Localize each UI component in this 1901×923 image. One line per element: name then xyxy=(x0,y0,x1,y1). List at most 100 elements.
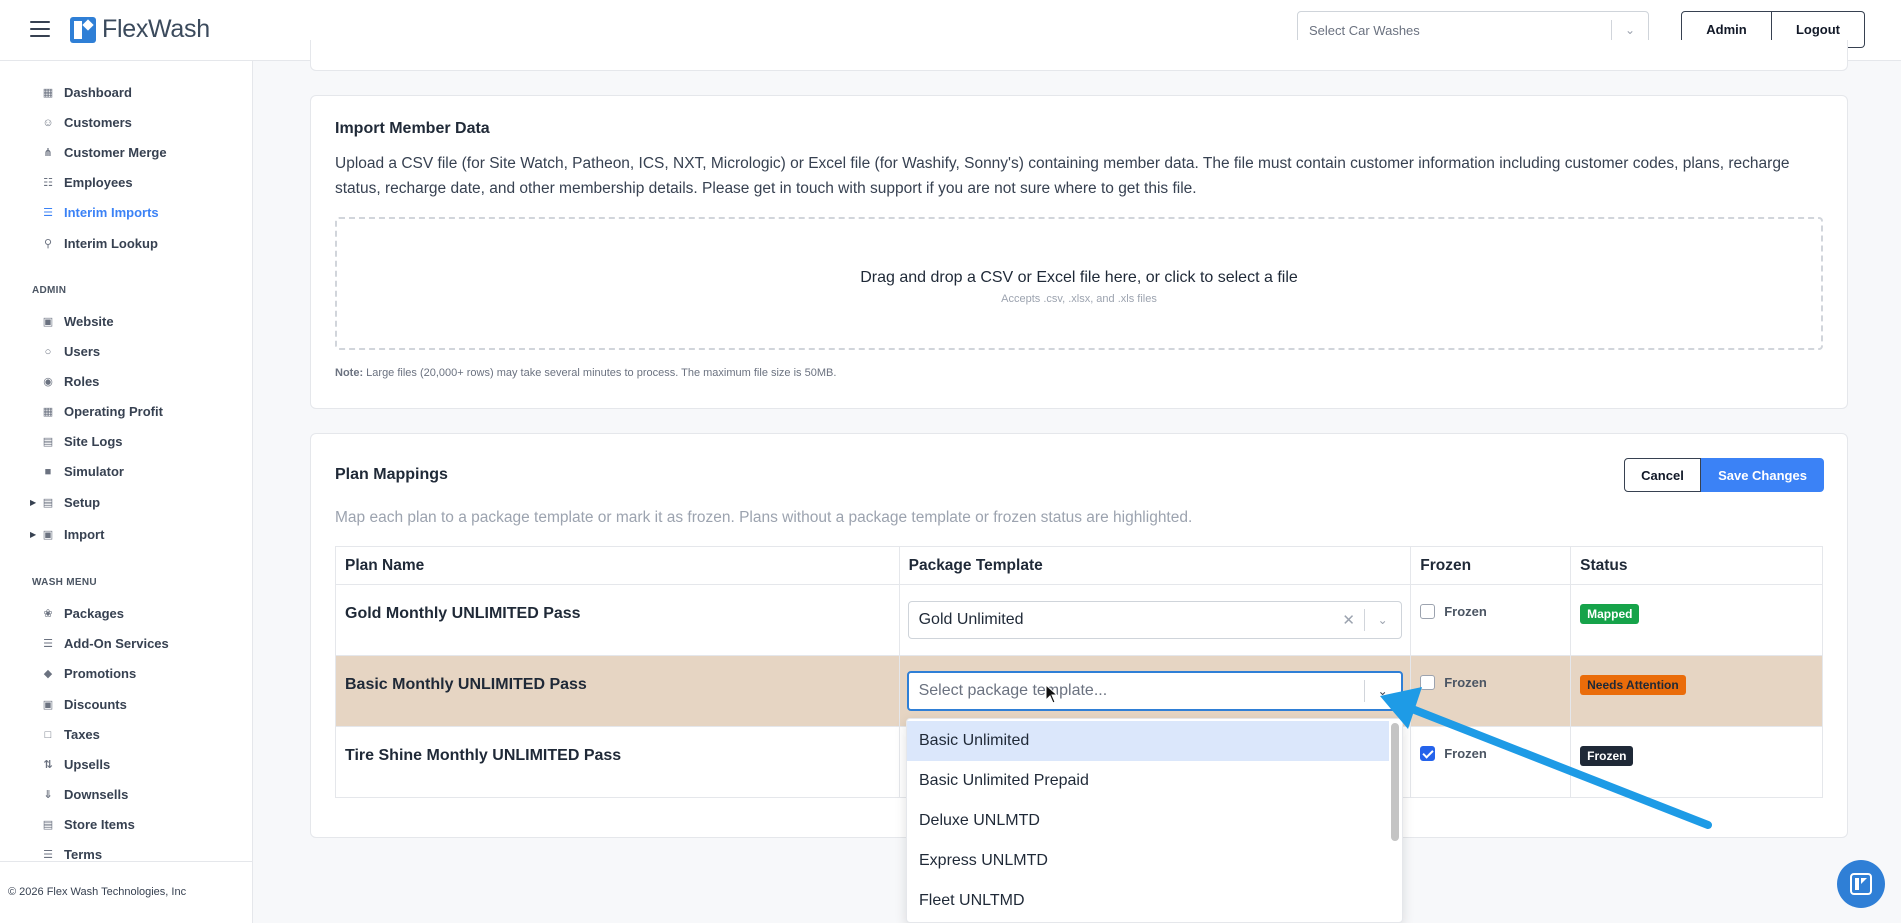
import-caret-icon[interactable]: ▶ xyxy=(30,530,36,539)
calculator-icon: ▦ xyxy=(42,405,54,418)
status-cell: Mapped xyxy=(1570,584,1823,656)
sidebar-item-taxes[interactable]: □ Taxes xyxy=(42,727,100,742)
sidebar-item-interim-imports[interactable]: ☰ Interim Imports xyxy=(42,205,159,220)
sidebar: ▦ Dashboard ☺ Customers ⋔ Customer Merge ☷ E… xyxy=(0,61,253,923)
sidebar-item-site-logs[interactable]: ▤ Site Logs xyxy=(42,434,123,449)
sidebar-item-customer-merge[interactable]: ⋔ Customer Merge xyxy=(42,145,167,160)
file-size-note: Note: Large files (20,000+ rows) may tak… xyxy=(335,367,836,379)
sidebar-item-label: Users xyxy=(64,344,101,359)
sidebar-item-roles[interactable]: ◉ Roles xyxy=(42,374,99,389)
mouse-cursor-icon xyxy=(1045,684,1059,704)
chevron-down-icon[interactable]: ⌄ xyxy=(1365,613,1401,627)
column-header-frozen: Frozen xyxy=(1410,546,1572,585)
file-dropzone[interactable]: Drag and drop a CSV or Excel file here, … xyxy=(335,217,1823,350)
sidebar-item-upsells[interactable]: ⇅ Upsells xyxy=(42,757,110,772)
package-template-select[interactable]: Select package template... ⌄ xyxy=(906,671,1403,711)
upsells-icon: ⇅ xyxy=(43,758,53,771)
package-template-placeholder: Select package template... xyxy=(918,682,1108,699)
sidebar-item-downsells[interactable]: ⇓ Downsells xyxy=(42,787,128,802)
frozen-checkbox[interactable] xyxy=(1420,604,1436,619)
dropdown-option[interactable]: Basic Unlimited Prepaid xyxy=(907,761,1389,801)
cancel-button[interactable]: Cancel xyxy=(1624,458,1701,492)
sidebar-item-customers[interactable]: ☺ Customers xyxy=(42,115,132,130)
chevron-down-icon[interactable]: ⌄ xyxy=(1612,23,1648,37)
sidebar-item-setup[interactable]: ▤ Setup xyxy=(42,495,100,510)
plan-mappings-title: Plan Mappings xyxy=(335,466,448,483)
sidebar-item-interim-lookup[interactable]: ⚲ Interim Lookup xyxy=(42,236,158,251)
sidebar-footer: © 2026 Flex Wash Technologies, Inc xyxy=(0,861,253,923)
sidebar-item-label: Operating Profit xyxy=(64,404,163,419)
dropdown-option[interactable]: Express UNLMTD xyxy=(907,841,1389,881)
taxes-icon: □ xyxy=(44,728,52,741)
sidebar-item-label: Dashboard xyxy=(64,85,132,100)
promotions-icon: ◆ xyxy=(43,667,53,680)
sidebar-item-label: Terms xyxy=(64,847,103,862)
sidebar-item-simulator[interactable]: ■ Simulator xyxy=(42,464,124,479)
sidebar-item-packages[interactable]: ❀ Packages xyxy=(42,606,124,621)
users-icon: ○ xyxy=(44,345,52,358)
import-card-description: Upload a CSV file (for Site Watch, Pathe… xyxy=(335,155,1790,197)
dropzone-main-text: Drag and drop a CSV or Excel file here, … xyxy=(860,269,1298,286)
sidebar-item-dashboard[interactable]: ▦ Dashboard xyxy=(42,85,132,100)
dropdown-option[interactable]: Basic Unlimited xyxy=(907,721,1389,761)
flexwash-logo[interactable]: FlexWash xyxy=(70,15,210,44)
sidebar-item-terms[interactable]: ☰ Terms xyxy=(42,847,102,862)
sidebar-item-store-items[interactable]: ▤ Store Items xyxy=(42,817,135,832)
sidebar-item-employees[interactable]: ☷ Employees xyxy=(42,175,133,190)
column-header-status: Status xyxy=(1570,546,1823,585)
sidebar-item-label: Interim Lookup xyxy=(64,236,158,251)
setup-caret-icon[interactable]: ▶ xyxy=(30,498,36,507)
previous-card xyxy=(310,40,1848,71)
setup-icon: ▤ xyxy=(42,496,54,509)
sidebar-item-label: Customer Merge xyxy=(64,145,167,160)
wash-menu-section-heading: WASH MENU xyxy=(32,577,97,588)
column-header-plan-name: Plan Name xyxy=(335,546,900,585)
sidebar-item-website[interactable]: ▣ Website xyxy=(42,314,114,329)
dropdown-option[interactable]: Deluxe UNLMTD xyxy=(907,801,1389,841)
help-chat-button[interactable] xyxy=(1837,860,1885,908)
save-changes-button[interactable]: Save Changes xyxy=(1701,458,1824,492)
employees-icon: ☷ xyxy=(43,176,53,189)
package-template-select[interactable]: Gold Unlimited ✕ ⌄ xyxy=(907,601,1402,639)
imports-icon: ☰ xyxy=(43,206,53,219)
annotation-arrow-icon xyxy=(1380,687,1712,829)
plan-mappings-buttons: Cancel Save Changes xyxy=(1624,458,1824,492)
dropzone-sub-text: Accepts .csv, .xlsx, and .xls files xyxy=(1001,293,1157,305)
car-wash-select-placeholder: Select Car Washes xyxy=(1309,22,1420,38)
sidebar-item-operating-profit[interactable]: ▦ Operating Profit xyxy=(42,404,163,419)
plan-name: Gold Monthly UNLIMITED Pass xyxy=(345,605,581,622)
sidebar-item-label: Interim Imports xyxy=(64,205,159,220)
sidebar-item-import[interactable]: ▣ Import xyxy=(42,527,105,542)
sidebar-item-users[interactable]: ○ Users xyxy=(42,344,100,359)
sidebar-item-label: Roles xyxy=(64,374,100,389)
frozen-cell: Frozen xyxy=(1410,584,1572,656)
sidebar-item-label: Simulator xyxy=(64,464,124,479)
hamburger-menu-icon[interactable] xyxy=(30,21,50,37)
sidebar-item-add-on-services[interactable]: ☰ Add-On Services xyxy=(42,636,169,651)
plan-name: Tire Shine Monthly UNLIMITED Pass xyxy=(345,747,622,764)
roles-icon: ◉ xyxy=(43,375,53,388)
dropdown-option[interactable]: Fleet UNLTMD xyxy=(907,881,1389,921)
copyright-text: © 2026 Flex Wash Technologies, Inc xyxy=(8,886,187,898)
package-template-cell: Gold Unlimited ✕ ⌄ xyxy=(898,584,1412,656)
sidebar-item-promotions[interactable]: ◆ Promotions xyxy=(42,666,136,681)
discounts-icon: ▣ xyxy=(42,698,54,711)
downsells-icon: ⇓ xyxy=(43,788,53,801)
sidebar-item-discounts[interactable]: ▣ Discounts xyxy=(42,697,127,712)
clear-icon[interactable]: ✕ xyxy=(1334,611,1364,629)
frozen-label: Frozen xyxy=(1444,604,1487,619)
merge-icon: ⋔ xyxy=(43,146,53,159)
package-template-cell: Select package template... ⌄ xyxy=(898,655,1412,727)
sidebar-item-label: Add-On Services xyxy=(64,636,169,651)
plan-name: Basic Monthly UNLIMITED Pass xyxy=(345,676,587,693)
frozen-checkbox-label[interactable]: Frozen xyxy=(1420,604,1487,619)
sidebar-item-label: Site Logs xyxy=(64,434,123,449)
sidebar-item-label: Setup xyxy=(64,495,101,510)
import-icon: ▣ xyxy=(42,528,54,541)
logs-icon: ▤ xyxy=(42,435,54,448)
table-header-row: Plan Name Package Template Frozen Status xyxy=(335,546,1823,585)
lookup-icon: ⚲ xyxy=(43,237,53,250)
admin-section-heading: ADMIN xyxy=(32,285,67,296)
note-label: Note: xyxy=(335,367,364,379)
sidebar-item-label: Upsells xyxy=(64,757,111,772)
